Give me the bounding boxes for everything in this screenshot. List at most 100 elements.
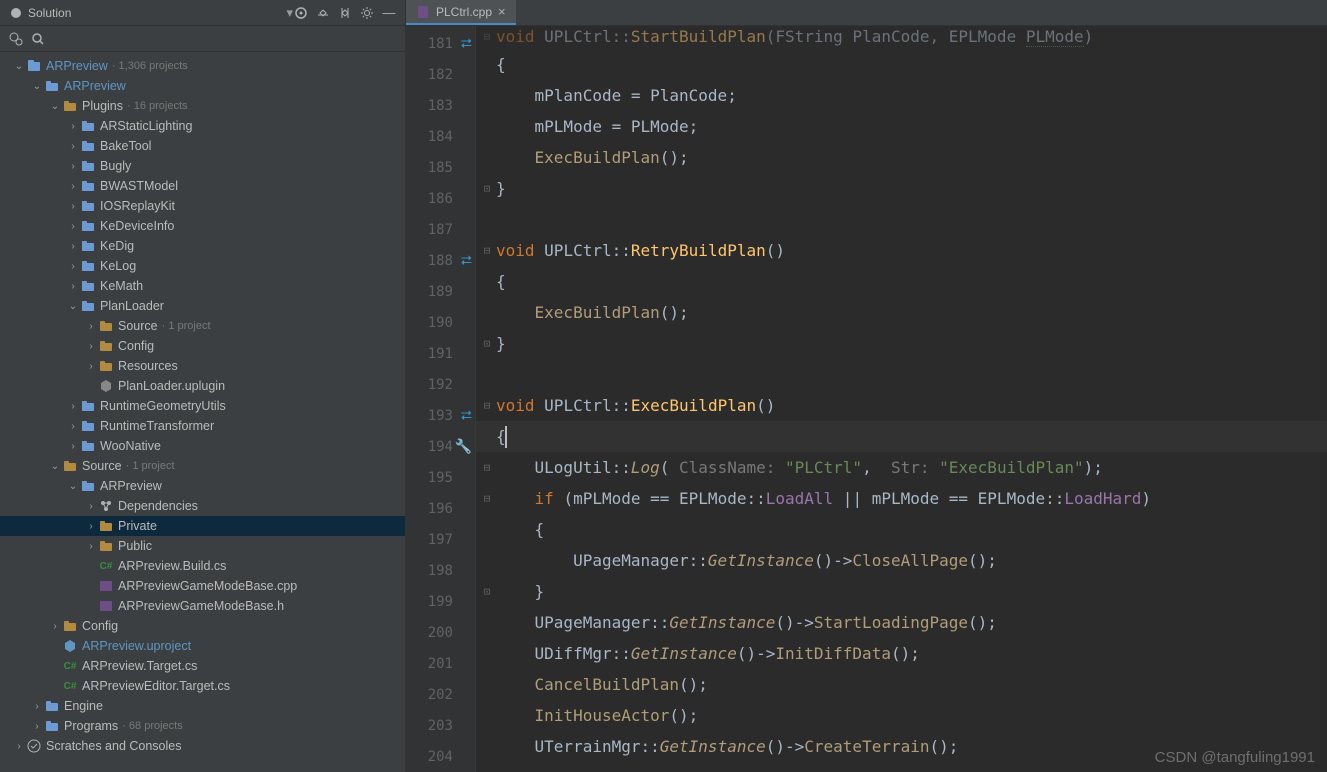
arrows-icon[interactable]: ⮂ — [461, 36, 472, 52]
expand-arrow[interactable]: › — [66, 121, 80, 132]
expand-arrow[interactable]: › — [66, 441, 80, 452]
expand-arrow[interactable]: › — [84, 501, 98, 512]
tree-item-arpreview-target-cs[interactable]: C#ARPreview.Target.cs — [0, 656, 405, 676]
line-number[interactable]: 193⮂ — [406, 400, 475, 431]
code-line[interactable]: ⊟void UPLCtrl::ExecBuildPlan() — [476, 390, 1327, 421]
fold-icon[interactable]: ⊟ — [480, 244, 494, 257]
tree-item-arpreview-uproject[interactable]: ARPreview.uproject — [0, 636, 405, 656]
tree-item-baketool[interactable]: ›BakeTool — [0, 136, 405, 156]
code-line[interactable]: InitHouseActor(); — [476, 700, 1327, 731]
locate-icon[interactable] — [293, 5, 309, 21]
line-number[interactable]: 183 — [406, 90, 475, 121]
code-line[interactable] — [476, 204, 1327, 235]
expand-arrow[interactable]: › — [84, 541, 98, 552]
tree-item-arpreview[interactable]: ⌄ARPreview · 1,306 projects — [0, 56, 405, 76]
line-number[interactable]: 182 — [406, 59, 475, 90]
expand-arrow[interactable]: ⌄ — [66, 301, 80, 312]
tree-item-resources[interactable]: ›Resources — [0, 356, 405, 376]
tree-item-programs[interactable]: ›Programs · 68 projects — [0, 716, 405, 736]
expand-arrow[interactable]: › — [66, 261, 80, 272]
fold-icon[interactable]: ⊡ — [480, 337, 494, 350]
expand-arrow[interactable]: ⌄ — [30, 81, 44, 92]
code-area[interactable]: ⊟void UPLCtrl::StartBuildPlan(FString Pl… — [476, 26, 1327, 772]
expand-arrow[interactable]: ⌄ — [48, 461, 62, 472]
expand-arrow[interactable]: › — [66, 181, 80, 192]
code-line[interactable]: mPlanCode = PlanCode; — [476, 80, 1327, 111]
tree-item-arstaticlighting[interactable]: ›ARStaticLighting — [0, 116, 405, 136]
line-number[interactable]: 188⮂ — [406, 245, 475, 276]
tree-item-bwastmodel[interactable]: ›BWASTModel — [0, 176, 405, 196]
line-number[interactable]: 200 — [406, 617, 475, 648]
fold-icon[interactable]: ⊟ — [480, 399, 494, 412]
expand-arrow[interactable]: ⌄ — [12, 61, 26, 72]
code-line[interactable]: { — [476, 514, 1327, 545]
line-number[interactable]: 201 — [406, 648, 475, 679]
tree-item-plugins[interactable]: ⌄Plugins · 16 projects — [0, 96, 405, 116]
line-number[interactable]: 186 — [406, 183, 475, 214]
line-number[interactable]: 204 — [406, 741, 475, 772]
code-line[interactable]: ⊟ ULogUtil::Log( ClassName: "PLCtrl", St… — [476, 452, 1327, 483]
tree-item-dependencies[interactable]: ›Dependencies — [0, 496, 405, 516]
tree-item-arprevieweditor-target-cs[interactable]: C#ARPreviewEditor.Target.cs — [0, 676, 405, 696]
code-line[interactable]: ⊡} — [476, 328, 1327, 359]
expand-arrow[interactable]: › — [84, 321, 98, 332]
expand-arrow[interactable]: › — [48, 621, 62, 632]
fold-icon[interactable]: ⊡ — [480, 182, 494, 195]
tab-plctrl-cpp[interactable]: PLCtrl.cpp × — [406, 0, 516, 25]
line-number[interactable]: 198 — [406, 555, 475, 586]
code-line[interactable] — [476, 359, 1327, 390]
expand-arrow[interactable]: › — [66, 141, 80, 152]
code-line[interactable]: ⊟void UPLCtrl::StartBuildPlan(FString Pl… — [476, 26, 1327, 49]
line-number[interactable]: 196 — [406, 493, 475, 524]
code-line[interactable]: UTerrainMgr::GetInstance()->CreateTerrai… — [476, 731, 1327, 762]
tree-item-public[interactable]: ›Public — [0, 536, 405, 556]
code-line[interactable]: ⊡} — [476, 173, 1327, 204]
line-number[interactable]: 195 — [406, 462, 475, 493]
fold-icon[interactable]: ⊟ — [480, 492, 494, 505]
collapse-icon[interactable] — [337, 5, 353, 21]
close-icon[interactable]: × — [498, 4, 506, 19]
expand-arrow[interactable]: › — [84, 361, 98, 372]
tree-item-runtimegeometryutils[interactable]: ›RuntimeGeometryUtils — [0, 396, 405, 416]
line-number[interactable]: 189 — [406, 276, 475, 307]
tree-item-config[interactable]: ›Config — [0, 616, 405, 636]
tree-item-private[interactable]: ›Private — [0, 516, 405, 536]
code-line[interactable]: UPageManager::GetInstance()->StartLoadin… — [476, 607, 1327, 638]
expand-arrow[interactable]: › — [30, 721, 44, 732]
tree-item-config[interactable]: ›Config — [0, 336, 405, 356]
tree-item-arpreview-build-cs[interactable]: C#ARPreview.Build.cs — [0, 556, 405, 576]
tree-item-source[interactable]: ›Source · 1 project — [0, 316, 405, 336]
tree-item-engine[interactable]: ›Engine — [0, 696, 405, 716]
arrows-icon[interactable]: ⮂ — [461, 253, 472, 269]
hide-icon[interactable]: — — [381, 5, 397, 21]
tree-item-kedig[interactable]: ›KeDig — [0, 236, 405, 256]
expand-arrow[interactable]: › — [66, 401, 80, 412]
line-number[interactable]: 192 — [406, 369, 475, 400]
code-line[interactable]: UDiffMgr::GetInstance()->InitDiffData(); — [476, 638, 1327, 669]
expand-arrow[interactable]: › — [66, 421, 80, 432]
code-line[interactable]: { — [476, 266, 1327, 297]
tree-item-iosreplaykit[interactable]: ›IOSReplayKit — [0, 196, 405, 216]
code-line[interactable]: CancelBuildPlan(); — [476, 669, 1327, 700]
expand-arrow[interactable]: ⌄ — [48, 101, 62, 112]
tree-item-kelog[interactable]: ›KeLog — [0, 256, 405, 276]
tree-item-source[interactable]: ⌄Source · 1 project — [0, 456, 405, 476]
tree-item-arpreviewgamemodebase-h[interactable]: ARPreviewGameModeBase.h — [0, 596, 405, 616]
line-number[interactable]: 190 — [406, 307, 475, 338]
fold-icon[interactable]: ⊡ — [480, 585, 494, 598]
code-line[interactable]: ⊟ if (mPLMode == EPLMode::LoadAll || mPL… — [476, 483, 1327, 514]
line-number[interactable]: 191 — [406, 338, 475, 369]
tree-item-arpreviewgamemodebase-cpp[interactable]: ARPreviewGameModeBase.cpp — [0, 576, 405, 596]
expand-arrow[interactable]: › — [12, 741, 26, 752]
expand-icon[interactable] — [315, 5, 331, 21]
wrench-icon[interactable]: 🔧 — [455, 439, 472, 455]
expand-arrow[interactable]: › — [66, 281, 80, 292]
code-line[interactable]: UPageManager::GetInstance()->CloseAllPag… — [476, 545, 1327, 576]
code-line[interactable]: ⊟void UPLCtrl::RetryBuildPlan() — [476, 235, 1327, 266]
tree-item-kemath[interactable]: ›KeMath — [0, 276, 405, 296]
line-number[interactable]: 185 — [406, 152, 475, 183]
expand-arrow[interactable]: › — [66, 241, 80, 252]
tree-item-planloader[interactable]: ⌄PlanLoader — [0, 296, 405, 316]
fold-icon[interactable]: ⊟ — [480, 30, 494, 43]
line-number[interactable]: 184 — [406, 121, 475, 152]
